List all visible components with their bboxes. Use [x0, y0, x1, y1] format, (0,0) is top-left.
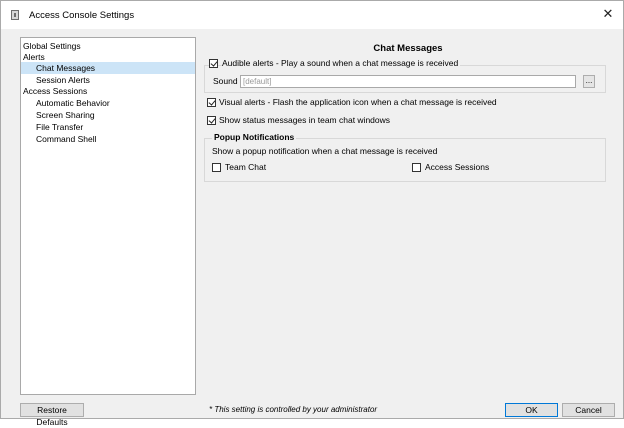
team-chat-label: Team Chat — [225, 162, 267, 172]
nav-item-automatic-behavior[interactable]: Automatic Behavior — [21, 97, 110, 109]
nav-item-screen-sharing[interactable]: Screen Sharing — [21, 109, 95, 121]
window-title: Access Console Settings — [29, 10, 135, 21]
status-messages-label: Show status messages in team chat window… — [219, 115, 391, 125]
settings-nav-tree[interactable]: Global Settings Alerts Chat Messages Ses… — [20, 37, 196, 395]
audible-alerts-label: Audible alerts - Play a sound when a cha… — [222, 58, 461, 69]
popup-notifications-heading: Popup Notifications — [212, 132, 297, 143]
admin-note: * This setting is controlled by your adm… — [209, 405, 378, 414]
restore-defaults-button[interactable]: Restore Defaults — [20, 403, 84, 427]
close-icon[interactable]: ✕ — [601, 7, 615, 21]
nav-item-command-shell[interactable]: Command Shell — [21, 133, 96, 145]
app-icon — [11, 10, 19, 20]
settings-panel: Chat Messages Audible alerts - Play a so… — [200, 37, 616, 395]
sound-input[interactable]: [default] — [240, 75, 576, 88]
nav-item-chat-messages[interactable]: Chat Messages — [21, 62, 195, 74]
ok-button[interactable]: OK — [505, 403, 558, 417]
audible-alerts-checkbox[interactable] — [209, 59, 218, 68]
nav-item-access-sessions[interactable]: Access Sessions — [21, 85, 87, 97]
status-messages-checkbox[interactable] — [207, 116, 216, 125]
cancel-button[interactable]: Cancel — [562, 403, 615, 417]
sound-label: Sound — [213, 76, 238, 86]
visual-alerts-checkbox[interactable] — [207, 98, 216, 107]
browse-sound-button[interactable]: ... — [583, 75, 595, 88]
access-sessions-checkbox[interactable] — [412, 163, 421, 172]
title-bar[interactable]: Access Console Settings ✕ — [1, 1, 623, 29]
popup-notifications-groupbox — [204, 138, 606, 182]
settings-window: Access Console Settings ✕ Global Setting… — [0, 0, 624, 427]
page-title: Chat Messages — [373, 43, 443, 54]
team-chat-checkbox[interactable] — [212, 163, 221, 172]
visual-alerts-label: Visual alerts - Flash the application ic… — [219, 97, 497, 107]
access-sessions-label: Access Sessions — [425, 162, 490, 172]
popup-description: Show a popup notification when a chat me… — [212, 146, 438, 156]
nav-item-file-transfer[interactable]: File Transfer — [21, 121, 83, 133]
